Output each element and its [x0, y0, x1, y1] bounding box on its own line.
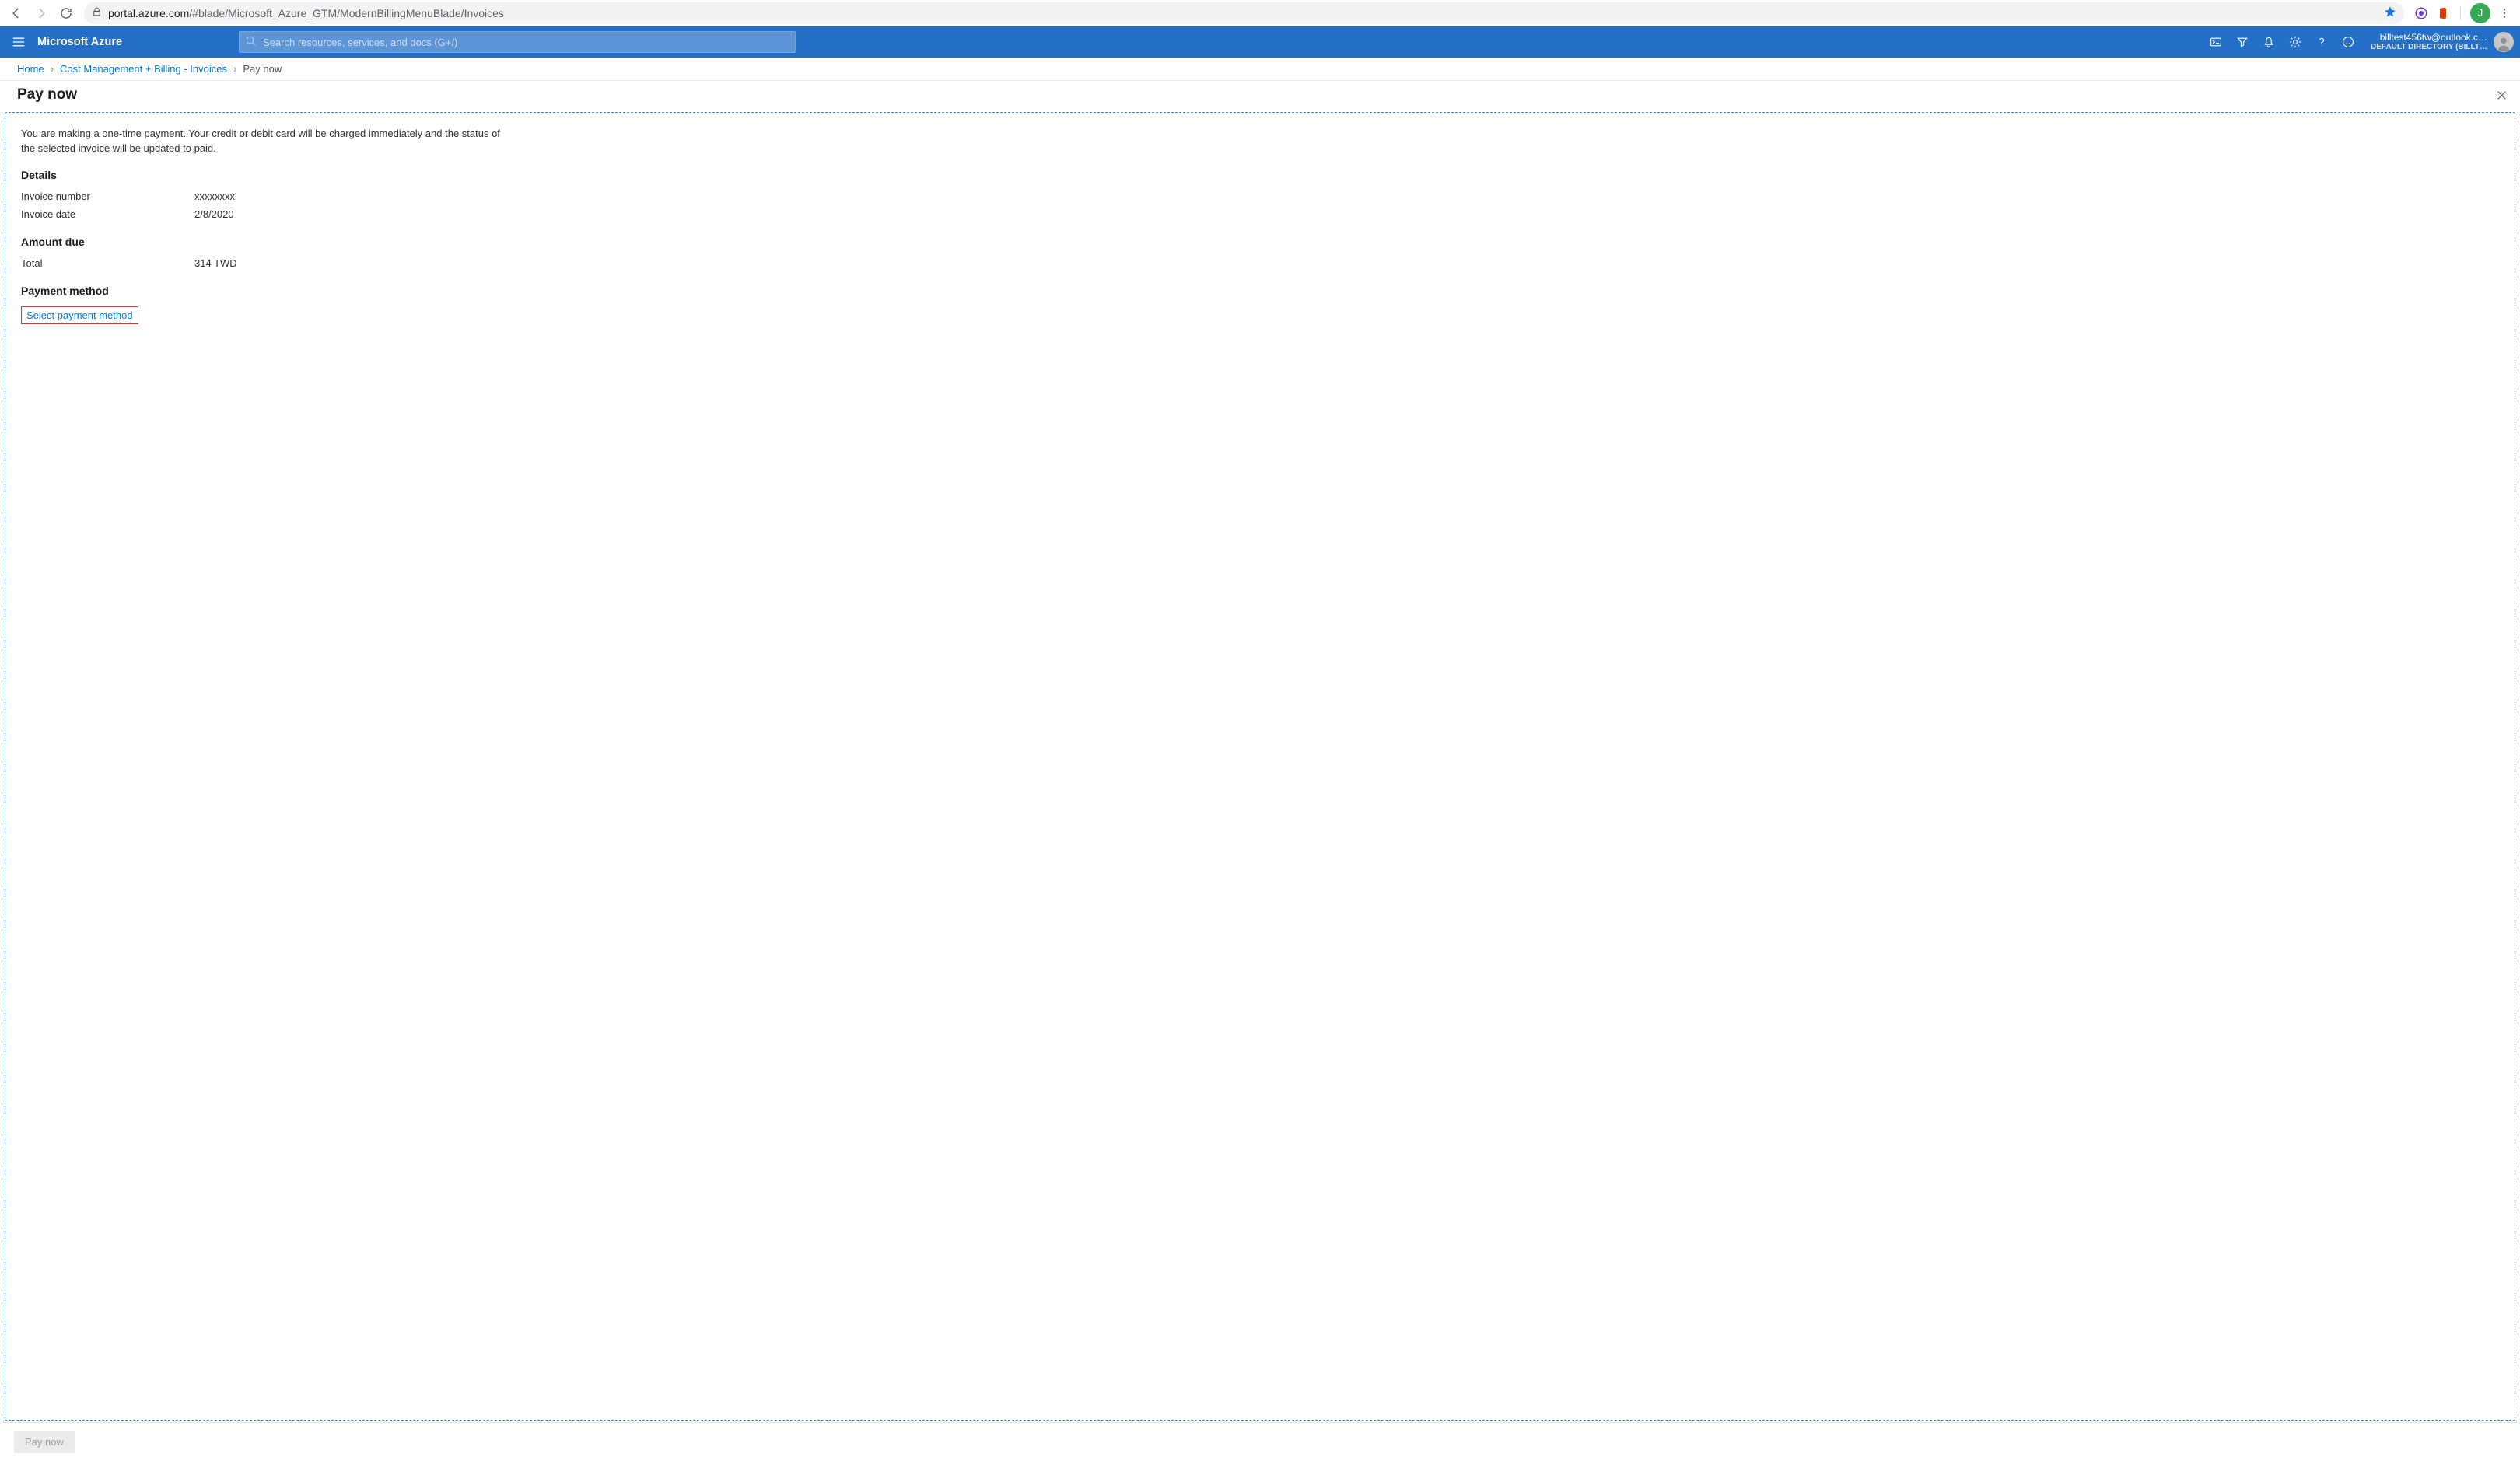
notifications-button[interactable]: [2256, 26, 2282, 58]
browser-forward-button[interactable]: [30, 2, 53, 25]
account-email: billtest456tw@outlook.c…: [2371, 33, 2487, 43]
arrow-left-icon: [9, 6, 23, 20]
bookmark-star-icon[interactable]: [2384, 5, 2396, 20]
brand-label: Microsoft Azure: [37, 36, 122, 48]
breadcrumb-current: Pay now: [243, 63, 282, 75]
account-directory: DEFAULT DIRECTORY (BILLTEST4…: [2371, 43, 2487, 51]
select-payment-method-link[interactable]: Select payment method: [26, 309, 133, 321]
blade-footer: Pay now: [0, 1422, 2520, 1461]
details-heading: Details: [21, 169, 2499, 181]
feedback-button[interactable]: [2335, 26, 2361, 58]
blade-close-button[interactable]: [2490, 84, 2512, 106]
extension-record-icon[interactable]: [2413, 5, 2429, 21]
smiley-icon: [2342, 36, 2354, 48]
chrome-menu-button[interactable]: [2497, 5, 2512, 21]
close-icon: [2497, 90, 2507, 100]
blade-frame: You are making a one-time payment. Your …: [5, 112, 2515, 1421]
browser-toolbar: portal.azure.com/#blade/Microsoft_Azure_…: [0, 0, 2520, 26]
azure-topbar: Microsoft Azure billtest456tw@outlook.c……: [0, 26, 2520, 58]
account-avatar: [2494, 32, 2514, 52]
cloud-shell-icon: [2210, 36, 2222, 48]
invoice-date-value: 2/8/2020: [194, 208, 234, 220]
bell-icon: [2263, 36, 2275, 48]
payment-method-heading: Payment method: [21, 285, 2499, 297]
pay-now-button[interactable]: Pay now: [14, 1431, 75, 1453]
portal-menu-button[interactable]: [0, 26, 37, 58]
global-search[interactable]: [239, 31, 796, 53]
arrow-right-icon: [34, 6, 48, 20]
browser-reload-button[interactable]: [54, 2, 78, 25]
settings-button[interactable]: [2282, 26, 2308, 58]
page-title: Pay now: [17, 86, 2490, 103]
lock-icon: [92, 7, 102, 19]
filter-icon: [2236, 36, 2249, 48]
invoice-number-label: Invoice number: [21, 190, 194, 202]
help-button[interactable]: [2308, 26, 2335, 58]
row-total: Total 314 TWD: [21, 254, 2499, 272]
intro-text: You are making a one-time payment. Your …: [21, 127, 503, 156]
hamburger-icon: [12, 37, 25, 47]
person-icon: [2495, 35, 2512, 52]
invoice-number-value: xxxxxxxx: [194, 190, 235, 202]
select-payment-method-highlight: Select payment method: [21, 306, 138, 324]
breadcrumb-invoices[interactable]: Cost Management + Billing - Invoices: [60, 63, 227, 75]
search-icon: [246, 36, 257, 49]
invoice-date-label: Invoice date: [21, 208, 194, 220]
row-invoice-number: Invoice number xxxxxxxx: [21, 187, 2499, 205]
reload-icon: [59, 6, 73, 20]
separator: [2460, 6, 2461, 20]
browser-extension-area: J: [2410, 3, 2515, 23]
directory-filter-button[interactable]: [2229, 26, 2256, 58]
browser-back-button[interactable]: [5, 2, 28, 25]
breadcrumb-home[interactable]: Home: [17, 63, 44, 75]
gear-icon: [2289, 36, 2301, 48]
chrome-profile-avatar[interactable]: J: [2470, 3, 2490, 23]
total-value: 314 TWD: [194, 257, 237, 269]
breadcrumb: Home › Cost Management + Billing - Invoi…: [0, 58, 2520, 81]
chevron-right-icon: ›: [51, 63, 54, 75]
blade-body: You are making a one-time payment. Your …: [5, 113, 2515, 1420]
blade-header: Pay now: [0, 81, 2520, 112]
topbar-actions: [2203, 26, 2361, 58]
browser-url: portal.azure.com/#blade/Microsoft_Azure_…: [108, 7, 504, 19]
extension-office-icon[interactable]: [2435, 5, 2451, 21]
question-icon: [2315, 36, 2328, 48]
chevron-right-icon: ›: [233, 63, 236, 75]
row-invoice-date: Invoice date 2/8/2020: [21, 205, 2499, 223]
cloud-shell-button[interactable]: [2203, 26, 2229, 58]
total-label: Total: [21, 257, 194, 269]
browser-address-bar[interactable]: portal.azure.com/#blade/Microsoft_Azure_…: [84, 2, 2404, 24]
global-search-input[interactable]: [263, 37, 789, 48]
account-menu[interactable]: billtest456tw@outlook.c… DEFAULT DIRECTO…: [2361, 26, 2520, 58]
amount-due-heading: Amount due: [21, 236, 2499, 248]
